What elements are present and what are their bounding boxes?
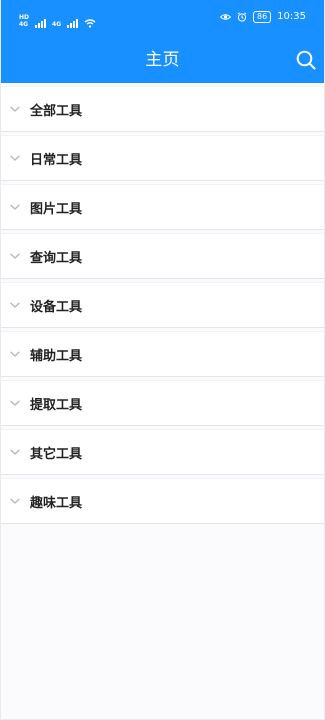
chevron-down-icon <box>10 400 20 406</box>
category-label: 图片工具 <box>30 201 83 217</box>
eye-icon <box>219 14 231 20</box>
chevron-down-icon <box>10 351 20 357</box>
chevron-down-icon <box>10 204 20 210</box>
category-label: 趣味工具 <box>30 495 83 511</box>
category-item[interactable]: 日常工具 <box>1 135 324 181</box>
category-label: 全部工具 <box>30 103 83 119</box>
sim-bottom-text: 4G <box>19 21 29 28</box>
chevron-down-icon <box>10 498 20 504</box>
sim2-network-text: 4G <box>52 21 62 28</box>
alarm-icon <box>237 12 247 22</box>
category-label: 其它工具 <box>30 446 83 462</box>
category-item[interactable]: 辅助工具 <box>1 331 324 377</box>
signal-icon <box>35 18 47 28</box>
search-icon[interactable] <box>295 49 317 71</box>
battery-icon: 86 <box>252 11 272 23</box>
category-list: 全部工具 日常工具 图片工具 查询工具 设备工具 辅助工具 提取工具 其它工具 … <box>1 86 324 524</box>
category-item[interactable]: 图片工具 <box>1 184 324 230</box>
category-item[interactable]: 趣味工具 <box>1 478 324 524</box>
category-label: 辅助工具 <box>30 348 83 364</box>
category-label: 查询工具 <box>30 250 83 266</box>
chevron-down-icon <box>10 106 20 112</box>
category-label: 设备工具 <box>30 299 83 315</box>
chevron-down-icon <box>10 302 20 308</box>
category-item[interactable]: 设备工具 <box>1 282 324 328</box>
signal-icon <box>67 18 79 28</box>
category-item[interactable]: 全部工具 <box>1 86 324 132</box>
wifi-icon <box>84 19 96 28</box>
app-header: 主页 <box>1 38 324 83</box>
status-bar: HD 4G 4G 86 10:35 <box>1 0 324 38</box>
status-right: 86 10:35 <box>219 11 306 23</box>
category-item[interactable]: 其它工具 <box>1 429 324 475</box>
page-title: 主页 <box>145 50 180 70</box>
category-item[interactable]: 查询工具 <box>1 233 324 279</box>
status-left: HD 4G 4G <box>19 12 96 28</box>
status-time: 10:35 <box>277 11 306 22</box>
category-label: 日常工具 <box>30 152 83 168</box>
category-label: 提取工具 <box>30 397 83 413</box>
chevron-down-icon <box>10 155 20 161</box>
sim-status-icon: HD 4G <box>19 15 29 28</box>
chevron-down-icon <box>10 449 20 455</box>
app-screen: HD 4G 4G 86 10:35 主页 全部工具 日常工具 图片工具 查询工具… <box>0 0 325 720</box>
chevron-down-icon <box>10 253 20 259</box>
category-item[interactable]: 提取工具 <box>1 380 324 426</box>
